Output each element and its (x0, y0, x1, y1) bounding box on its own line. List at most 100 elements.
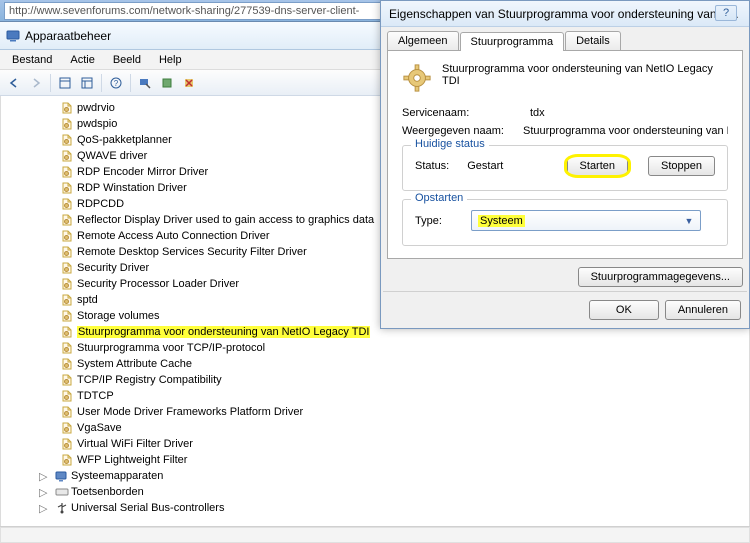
tree-item-label: Remote Desktop Services Security Filter … (77, 246, 307, 258)
tree-item-label: Reflector Display Driver used to gain ac… (77, 214, 374, 226)
tab-general[interactable]: Algemeen (387, 31, 459, 50)
back-button[interactable] (4, 73, 24, 93)
tree-category[interactable]: ▷ Toetsenborden (1, 484, 749, 500)
inf-file-icon (61, 374, 73, 386)
inf-file-icon (61, 166, 73, 178)
update-icon[interactable] (157, 73, 177, 93)
details-icon[interactable] (77, 73, 97, 93)
menu-help[interactable]: Help (151, 52, 190, 68)
horizontal-scrollbar[interactable] (0, 526, 750, 543)
tree-item[interactable]: TDTCP (1, 388, 749, 404)
type-dropdown[interactable]: Systeem ▼ (471, 210, 701, 231)
forward-button[interactable] (26, 73, 46, 93)
tree-item-label: User Mode Driver Frameworks Platform Dri… (77, 406, 303, 418)
inf-file-icon (61, 390, 73, 402)
tree-category[interactable]: ▷ Systeemapparaten (1, 468, 749, 484)
display-name-value: Stuurprogramma voor ondersteuning van Ne (523, 125, 728, 137)
display-name-label: Weergegeven naam: (402, 125, 515, 137)
help-button[interactable]: ? (715, 5, 737, 21)
tab-body: Stuurprogramma voor ondersteuning van Ne… (387, 50, 743, 259)
start-button[interactable]: Starten (567, 156, 628, 176)
inf-file-icon (61, 310, 73, 322)
inf-file-icon (61, 438, 73, 450)
tree-item-label: sptd (77, 294, 98, 306)
category-icon (55, 502, 67, 514)
inf-file-icon (61, 342, 73, 354)
tree-item[interactable]: VgaSave (1, 420, 749, 436)
tree-item[interactable]: User Mode Driver Frameworks Platform Dri… (1, 404, 749, 420)
svg-text:?: ? (114, 79, 119, 88)
cancel-button[interactable]: Annuleren (665, 300, 741, 320)
tree-item-label: WFP Lightweight Filter (77, 454, 187, 466)
inf-file-icon (61, 326, 73, 338)
menu-view[interactable]: Beeld (105, 52, 149, 68)
inf-file-icon (61, 358, 73, 370)
tree-item[interactable]: System Attribute Cache (1, 356, 749, 372)
tree-category-label: Universal Serial Bus-controllers (71, 502, 224, 514)
ok-button[interactable]: OK (589, 300, 659, 320)
inf-file-icon (61, 422, 73, 434)
driver-name: Stuurprogramma voor ondersteuning van Ne… (442, 63, 728, 93)
service-name-value: tdx (530, 107, 545, 119)
inf-file-icon (61, 406, 73, 418)
tree-item-label: Virtual WiFi Filter Driver (77, 438, 193, 450)
type-label: Type: (415, 215, 459, 227)
dialog-title-bar: Eigenschappen van Stuurprogramma voor on… (381, 1, 749, 27)
tab-strip: Algemeen Stuurprogramma Details (381, 27, 749, 50)
expand-icon[interactable]: ▷ (39, 502, 51, 515)
gear-icon (402, 63, 432, 93)
inf-file-icon (61, 262, 73, 274)
chevron-down-icon: ▼ (681, 213, 697, 228)
tree-item-label: RDP Winstation Driver (77, 182, 187, 194)
tree-category-label: Systeemapparaten (71, 470, 163, 482)
tab-details[interactable]: Details (565, 31, 621, 50)
tree-item[interactable]: WFP Lightweight Filter (1, 452, 749, 468)
status-legend: Huidige status (411, 138, 489, 150)
tree-item-label: RDPCDD (77, 198, 124, 210)
scan-icon[interactable] (135, 73, 155, 93)
dialog-title-text: Eigenschappen van Stuurprogramma voor on… (389, 7, 739, 21)
tree-category-label: Toetsenborden (71, 486, 144, 498)
tab-driver[interactable]: Stuurprogramma (460, 32, 565, 51)
tree-item-label: VgaSave (77, 422, 122, 434)
status-group: Huidige status Status: Gestart Starten S… (402, 145, 728, 191)
inf-file-icon (61, 214, 73, 226)
status-value: Gestart (467, 160, 503, 172)
tree-item-label: QWAVE driver (77, 150, 147, 162)
tree-item-label: Security Processor Loader Driver (77, 278, 239, 290)
status-label: Status: (415, 160, 449, 172)
stop-button[interactable]: Stoppen (648, 156, 715, 176)
type-selected-value: Systeem (478, 215, 525, 227)
category-icon (55, 470, 67, 482)
menu-action[interactable]: Actie (62, 52, 102, 68)
tree-category[interactable]: ▷ Universal Serial Bus-controllers (1, 500, 749, 516)
category-icon (55, 486, 67, 498)
service-name-label: Servicenaam: (402, 107, 522, 119)
menu-file[interactable]: Bestand (4, 52, 60, 68)
expand-icon[interactable]: ▷ (39, 470, 51, 483)
tree-item-label: QoS-pakketplanner (77, 134, 172, 146)
tree-item-label: Remote Access Auto Connection Driver (77, 230, 270, 242)
tree-item-label: pwdspio (77, 118, 117, 130)
inf-file-icon (61, 278, 73, 290)
tree-item[interactable]: Stuurprogramma voor TCP/IP-protocol (1, 340, 749, 356)
tree-item-label: TDTCP (77, 390, 114, 402)
disable-icon[interactable] (179, 73, 199, 93)
tree-item-label: Stuurprogramma voor TCP/IP-protocol (77, 342, 265, 354)
inf-file-icon (61, 134, 73, 146)
tree-item-label: RDP Encoder Mirror Driver (77, 166, 208, 178)
inf-file-icon (61, 454, 73, 466)
tree-item-label: Storage volumes (77, 310, 160, 322)
properties-dialog: Eigenschappen van Stuurprogramma voor on… (380, 0, 750, 329)
expand-icon[interactable]: ▷ (39, 486, 51, 499)
tree-item[interactable]: TCP/IP Registry Compatibility (1, 372, 749, 388)
tree-item-label: Stuurprogramma voor ondersteuning van Ne… (77, 326, 370, 338)
show-icon[interactable] (55, 73, 75, 93)
inf-file-icon (61, 230, 73, 242)
tree-item[interactable]: Virtual WiFi Filter Driver (1, 436, 749, 452)
inf-file-icon (61, 198, 73, 210)
window-title: Apparaatbeheer (25, 29, 111, 43)
help-icon[interactable]: ? (106, 73, 126, 93)
tree-item-label: TCP/IP Registry Compatibility (77, 374, 222, 386)
driver-data-button[interactable]: Stuurprogrammagegevens... (578, 267, 743, 287)
